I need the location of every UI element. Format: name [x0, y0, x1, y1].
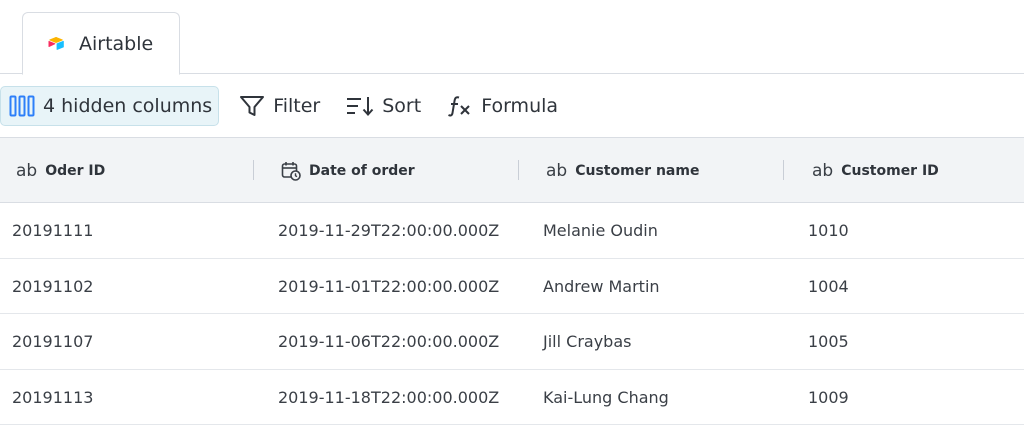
sort-label: Sort: [382, 94, 422, 117]
tab-label: Airtable: [79, 32, 154, 55]
function-icon: [448, 95, 470, 116]
table-row[interactable]: 20191113 2019-11-18T22:00:00.000Z Kai-Lu…: [0, 370, 1024, 425]
sort-button[interactable]: Sort: [346, 86, 421, 126]
filter-label: Filter: [273, 94, 321, 117]
formula-label: Formula: [481, 94, 559, 117]
column-header-customer-name[interactable]: ab Customer name: [546, 138, 699, 203]
cell-customer-id: 1005: [808, 332, 849, 351]
cell-order-id: 20191107: [12, 332, 94, 351]
columns-icon: [9, 95, 35, 116]
cell-customer-id: 1004: [808, 276, 849, 296]
table-row[interactable]: 20191102 2019-11-01T22:00:00.000Z Andrew…: [0, 259, 1024, 314]
column-header-customer-id[interactable]: ab Customer ID: [812, 138, 939, 203]
cell-customer-id: 1010: [808, 221, 849, 240]
column-divider[interactable]: [518, 160, 519, 180]
table-row[interactable]: 20191107 2019-11-06T22:00:00.000Z Jill C…: [0, 314, 1024, 370]
cell-order-id: 20191113: [12, 387, 94, 407]
column-header-label: Oder ID: [45, 162, 106, 179]
column-divider[interactable]: [783, 160, 784, 180]
table-header: ab Oder ID Date of order ab Customer nam…: [0, 138, 1024, 203]
cell-order-id: 20191102: [12, 276, 94, 296]
data-table: ab Oder ID Date of order ab Customer nam…: [0, 138, 1024, 425]
tab-bar: Airtable: [0, 0, 1024, 75]
cell-date-of-order: 2019-11-01T22:00:00.000Z: [278, 276, 500, 296]
cell-order-id: 20191111: [12, 221, 94, 240]
column-header-date-of-order[interactable]: Date of order: [281, 138, 415, 203]
text-type-icon: ab: [812, 160, 834, 181]
view-toolbar: 4 hidden columns Filter Sort Formula: [0, 74, 1024, 138]
calendar-clock-icon: [281, 161, 301, 181]
tab-airtable[interactable]: Airtable: [22, 12, 180, 75]
filter-icon: [240, 95, 265, 116]
column-header-label: Date of order: [309, 162, 415, 179]
text-type-icon: ab: [546, 160, 568, 181]
filter-button[interactable]: Filter: [239, 86, 320, 126]
table-row[interactable]: 20191111 2019-11-29T22:00:00.000Z Melani…: [0, 203, 1024, 259]
cell-date-of-order: 2019-11-06T22:00:00.000Z: [278, 332, 500, 351]
column-header-label: Customer ID: [841, 162, 939, 179]
cell-customer-name: Jill Craybas: [543, 332, 632, 351]
cell-customer-id: 1009: [808, 387, 849, 407]
column-header-order-id[interactable]: ab Oder ID: [16, 138, 105, 203]
formula-button[interactable]: Formula: [447, 86, 558, 126]
column-header-label: Customer name: [575, 162, 700, 179]
cell-date-of-order: 2019-11-29T22:00:00.000Z: [278, 221, 500, 240]
cell-customer-name: Melanie Oudin: [543, 221, 658, 240]
text-type-icon: ab: [16, 160, 38, 181]
sort-icon: [347, 96, 374, 116]
hidden-columns-button[interactable]: 4 hidden columns: [0, 85, 220, 126]
cell-date-of-order: 2019-11-18T22:00:00.000Z: [278, 387, 500, 407]
airtable-logo-icon: [48, 36, 64, 50]
column-divider[interactable]: [253, 160, 254, 180]
cell-customer-name: Andrew Martin: [543, 276, 660, 296]
hidden-columns-label: 4 hidden columns: [43, 94, 213, 117]
cell-customer-name: Kai-Lung Chang: [543, 387, 669, 407]
